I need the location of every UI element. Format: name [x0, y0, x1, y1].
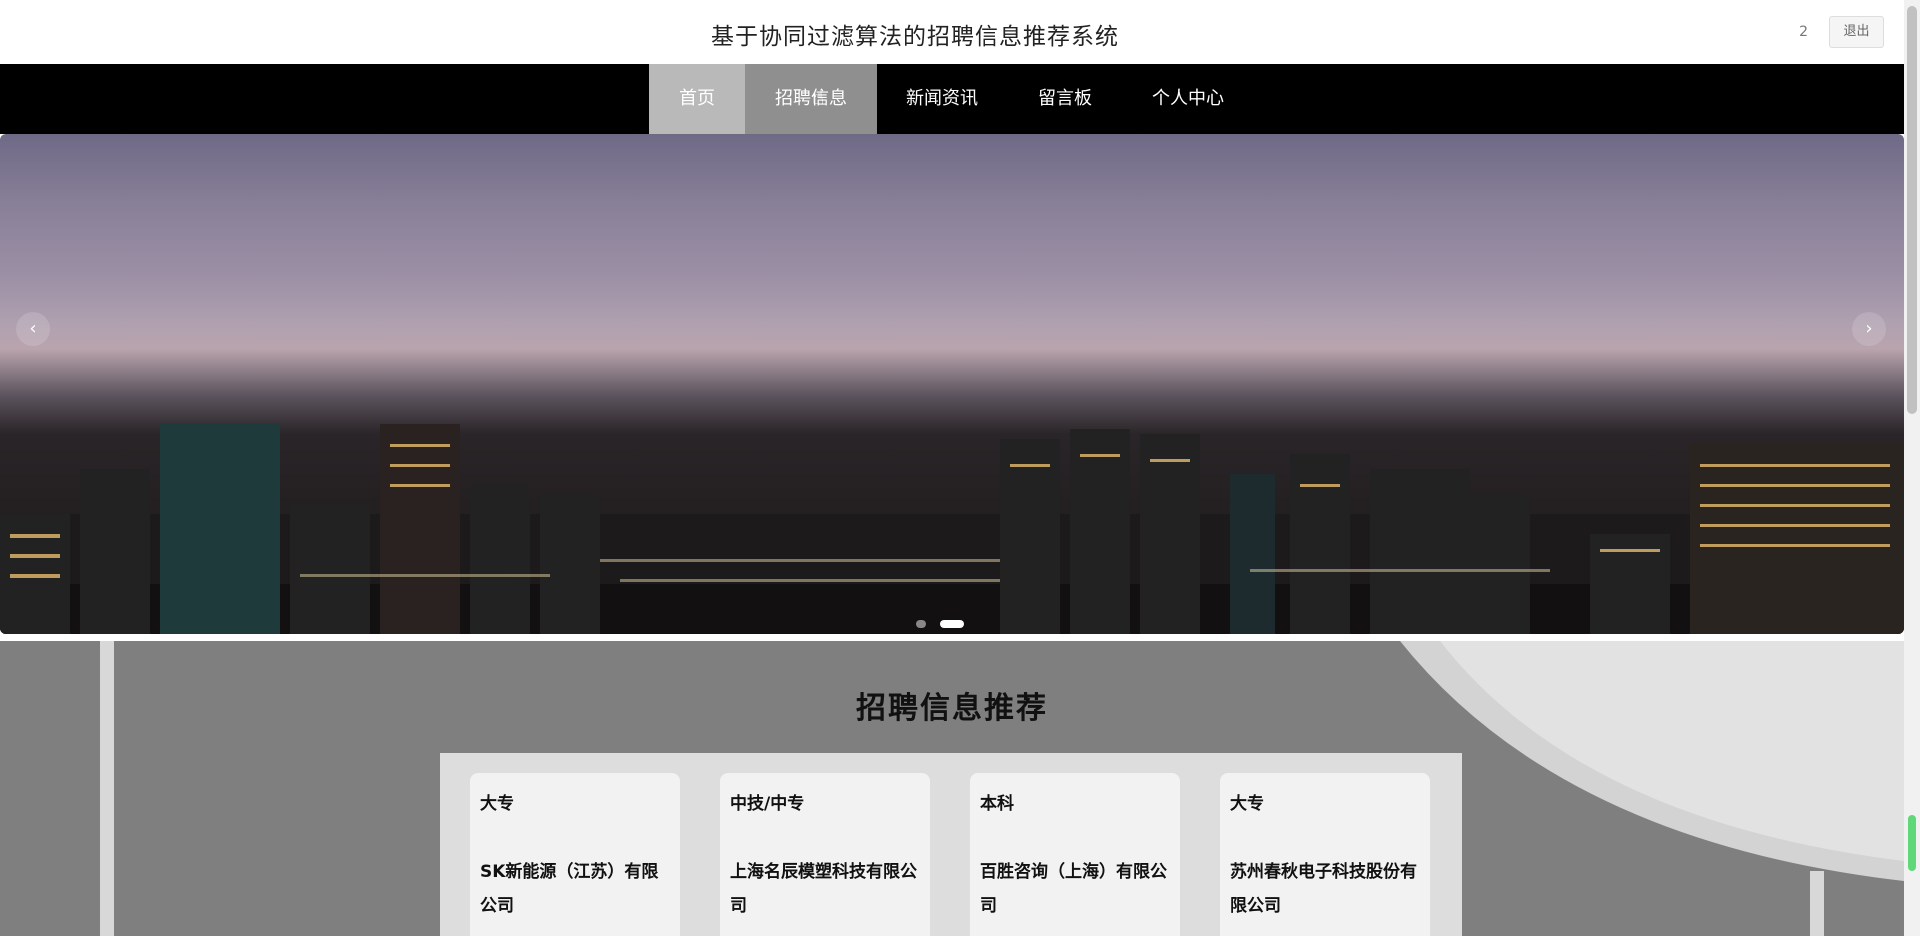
- recommend-section: 招聘信息推荐 大专 SK新能源（江苏）有限公司 中技/中专 上海名辰模塑科技有限…: [0, 641, 1904, 936]
- carousel-dot[interactable]: [916, 620, 926, 628]
- card-company: SK新能源（江苏）有限公司: [480, 862, 659, 916]
- scrollbar-thumb[interactable]: [1907, 6, 1917, 414]
- nav-jobs[interactable]: 招聘信息: [745, 64, 877, 134]
- nav-news[interactable]: 新闻资讯: [877, 64, 1007, 134]
- recommend-title: 招聘信息推荐: [856, 691, 1048, 726]
- top-bar: 基于协同过滤算法的招聘信息推荐系统 2 退出: [0, 0, 1904, 64]
- carousel-prev-button[interactable]: ‹: [16, 312, 50, 346]
- scroll-indicator: [1908, 815, 1916, 871]
- card-education: 大专: [480, 794, 514, 814]
- banner-carousel: ‹ ›: [0, 134, 1904, 634]
- city-skyline-image: [0, 424, 1904, 634]
- job-card[interactable]: 大专 苏州春秋电子科技股份有限公司: [1220, 773, 1430, 936]
- job-card[interactable]: 中技/中专 上海名辰模塑科技有限公司: [720, 773, 930, 936]
- nav-message-board[interactable]: 留言板: [1007, 64, 1123, 134]
- carousel-dot-active[interactable]: [940, 620, 964, 628]
- card-education: 本科: [980, 794, 1014, 814]
- card-education: 大专: [1230, 794, 1264, 814]
- nav-personal-center[interactable]: 个人中心: [1123, 64, 1253, 134]
- page-scrollbar[interactable]: [1904, 0, 1920, 936]
- main-nav: 首页 招聘信息 新闻资讯 留言板 个人中心: [0, 64, 1904, 134]
- job-card[interactable]: 本科 百胜咨询（上海）有限公司: [970, 773, 1180, 936]
- cards-panel: 大专 SK新能源（江苏）有限公司 中技/中专 上海名辰模塑科技有限公司 本科 百…: [440, 753, 1462, 936]
- nav-home[interactable]: 首页: [649, 64, 745, 134]
- card-company: 上海名辰模塑科技有限公司: [730, 862, 917, 916]
- logout-button[interactable]: 退出: [1829, 16, 1884, 48]
- site-title: 基于协同过滤算法的招聘信息推荐系统: [711, 24, 1119, 50]
- mouse-cursor-icon: ☝: [812, 85, 825, 109]
- job-card[interactable]: 大专 SK新能源（江苏）有限公司: [470, 773, 680, 936]
- card-company: 苏州春秋电子科技股份有限公司: [1230, 862, 1417, 916]
- username-label: 2: [1799, 24, 1808, 40]
- card-company: 百胜咨询（上海）有限公司: [980, 862, 1167, 916]
- card-education: 中技/中专: [730, 794, 805, 814]
- carousel-next-button[interactable]: ›: [1852, 312, 1886, 346]
